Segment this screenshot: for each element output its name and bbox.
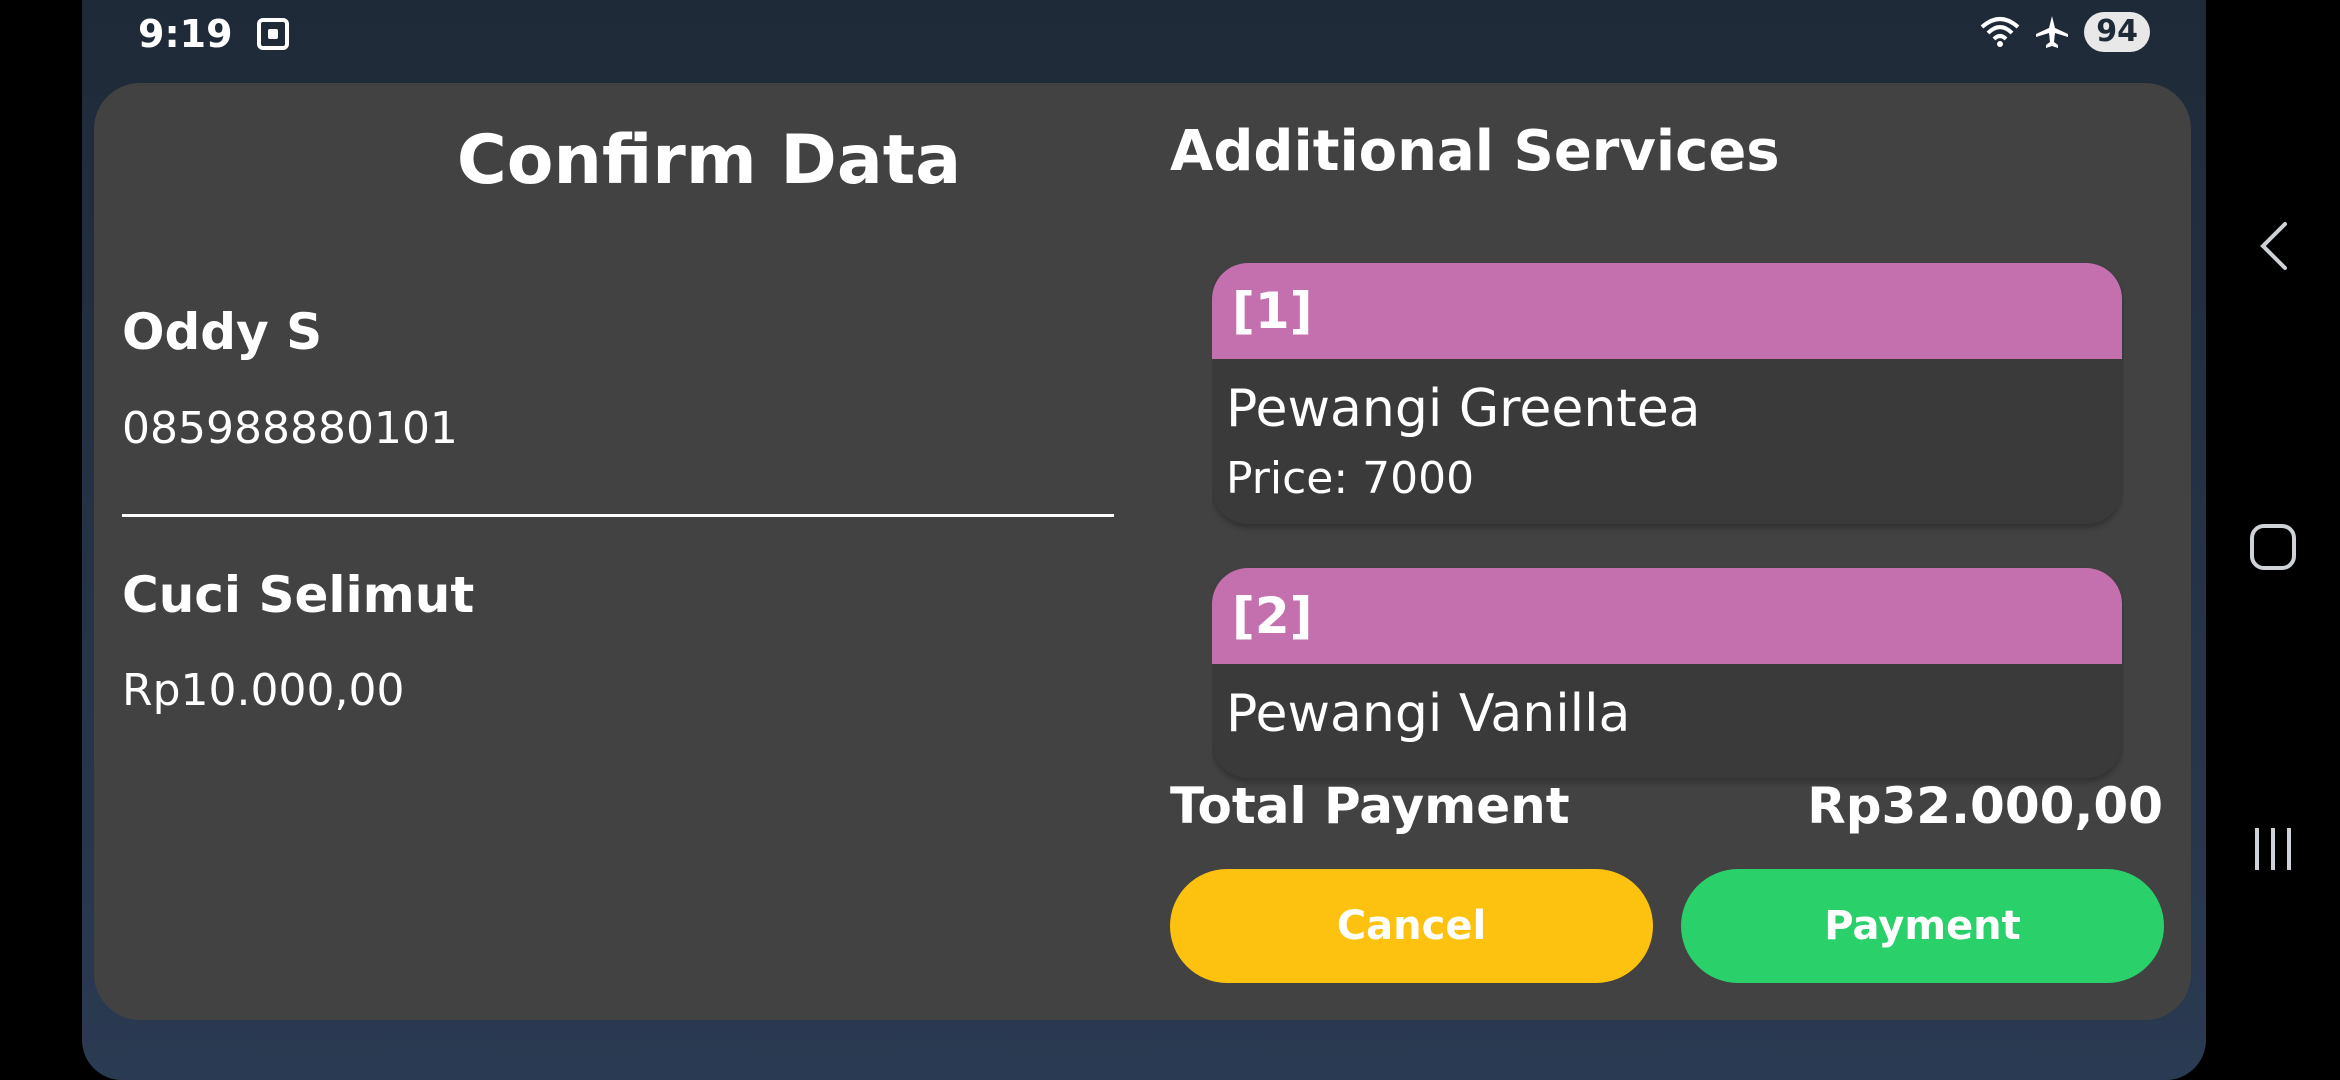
- airplane-icon: [2034, 14, 2070, 50]
- status-time: 9:19: [138, 12, 233, 56]
- back-icon[interactable]: [2255, 220, 2291, 276]
- customer-phone: 085988880101: [122, 403, 458, 454]
- service-price: Rp10.000,00: [122, 665, 405, 716]
- customer-name: Oddy S: [122, 303, 323, 361]
- battery-indicator: 94: [2084, 12, 2150, 52]
- wifi-icon: [1980, 15, 2020, 49]
- card-service-price: Price: 7000: [1226, 453, 1475, 504]
- status-bar: 9:19 94: [138, 8, 2150, 60]
- cancel-button[interactable]: Cancel: [1170, 869, 1653, 983]
- additional-service-card: [2] Pewangi Vanilla: [1212, 568, 2122, 778]
- card-service-name: Pewangi Vanilla: [1226, 684, 1631, 744]
- status-right: 94: [1980, 12, 2150, 52]
- divider: [122, 514, 1114, 517]
- home-icon[interactable]: [2248, 522, 2298, 576]
- confirm-dialog: Confirm Data Oddy S 085988880101 Cuci Se…: [94, 83, 2191, 1020]
- card-service-name: Pewangi Greentea: [1226, 379, 1701, 439]
- dialog-title: Confirm Data: [456, 121, 962, 200]
- recents-icon[interactable]: [2251, 826, 2295, 876]
- card-service-price: [1212, 744, 2122, 778]
- additional-services-list[interactable]: [1] Pewangi Greentea Price: 7000 [2] Pew…: [1212, 263, 2124, 823]
- card-index: [1]: [1212, 263, 2122, 359]
- total-payment-value: Rp32.000,00: [1807, 777, 2163, 835]
- card-index: [2]: [1212, 568, 2122, 664]
- additional-services-title: Additional Services: [1170, 119, 1780, 184]
- total-payment-label: Total Payment: [1170, 777, 1570, 835]
- screenshot-icon: [256, 18, 289, 50]
- additional-service-card: [1] Pewangi Greentea Price: 7000: [1212, 263, 2122, 524]
- navigation-bar: [2206, 0, 2340, 1080]
- service-name: Cuci Selimut: [122, 566, 475, 624]
- payment-button[interactable]: Payment: [1681, 869, 2164, 983]
